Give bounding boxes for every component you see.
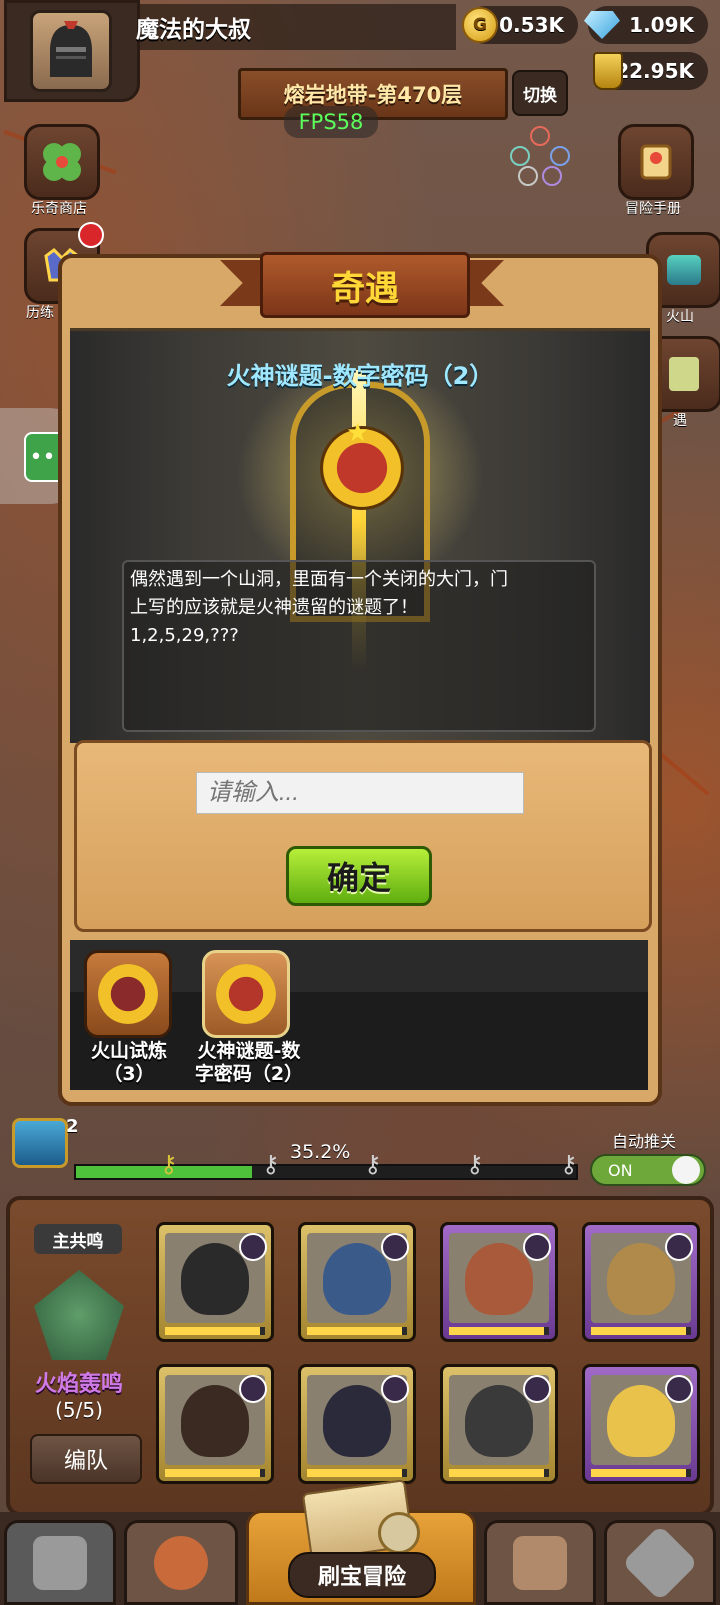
hero-card[interactable] xyxy=(440,1364,558,1484)
hero-card[interactable] xyxy=(156,1364,274,1484)
confirm-button[interactable]: 确定 xyxy=(286,846,432,906)
gold-coin-icon: G xyxy=(462,7,498,43)
light-element-icon xyxy=(665,1233,693,1261)
nav-treasure-adventure-label: 刷宝冒险 xyxy=(288,1552,436,1598)
spartan-hero-icon xyxy=(607,1243,675,1315)
hero-face-icon xyxy=(154,1535,208,1590)
star-icon: ★ xyxy=(346,418,370,448)
potion-counter: 222.95K xyxy=(593,52,708,90)
switch-button[interactable]: 切换 xyxy=(512,70,568,116)
reward-chest-icon[interactable] xyxy=(12,1118,68,1168)
adventure-manual-button[interactable] xyxy=(618,124,694,200)
hero-card[interactable] xyxy=(582,1364,700,1484)
fairy-hero-icon xyxy=(607,1385,675,1457)
compass-icon xyxy=(378,1512,420,1554)
resonance-tag: 主共鸣 xyxy=(34,1224,122,1254)
water-element-icon xyxy=(381,1233,409,1261)
turban-hero-icon xyxy=(465,1243,533,1315)
hooded-hero-icon xyxy=(323,1243,391,1315)
key-icon: ⚷ xyxy=(160,1150,178,1178)
gem-icon xyxy=(584,11,620,39)
dark-element-icon xyxy=(239,1375,267,1403)
resonance-name: 火焰轰鸣 xyxy=(34,1372,123,1397)
knight-helmet-icon xyxy=(50,21,92,77)
hero-card[interactable] xyxy=(298,1364,416,1484)
element-wheel-icon[interactable] xyxy=(510,126,570,186)
resonance-count: (5/5) xyxy=(55,1398,103,1422)
player-name: 魔法的大叔 xyxy=(136,17,251,43)
nav-shop[interactable] xyxy=(4,1520,116,1605)
modal-title: 奇遇 xyxy=(260,252,470,318)
chest-icon xyxy=(667,255,701,285)
trial-label: 历练 xyxy=(26,305,54,321)
volcano-label: 火山 xyxy=(666,309,694,325)
hero-card[interactable] xyxy=(156,1222,274,1342)
hammer-icon xyxy=(621,1524,699,1601)
nav-heroes[interactable] xyxy=(124,1520,238,1605)
lucky-shop-button[interactable] xyxy=(24,124,100,200)
story-text-box: 偶然遇到一个山洞，里面有一个关闭的大门，门 上写的应该就是火神遗留的谜题了！ 1… xyxy=(122,560,596,732)
checklist-icon xyxy=(669,357,699,391)
gold-counter: G 590.53K xyxy=(462,6,578,44)
tab-fire-god-puzzle-label: 火神谜题-数 字密码（2） xyxy=(184,1040,314,1086)
tab-label-line: （3） xyxy=(103,1063,155,1085)
gem-value: 1.09K xyxy=(629,13,694,37)
pirate-hero-icon xyxy=(465,1385,533,1457)
skull-hero-icon xyxy=(323,1385,391,1457)
fire-god-emblem-icon xyxy=(216,964,276,1024)
demon-hero-icon xyxy=(181,1385,249,1457)
book-emblem-icon xyxy=(98,964,158,1024)
gem-counter: 1.09K xyxy=(584,6,708,44)
tab-fire-god-puzzle[interactable] xyxy=(202,950,290,1038)
answer-input[interactable] xyxy=(196,772,524,814)
story-line: 1,2,5,29,??? xyxy=(130,625,239,646)
adventure-manual-label: 冒险手册 xyxy=(625,201,681,217)
chest-count: 2 xyxy=(66,1116,79,1137)
notification-dot xyxy=(78,222,104,248)
hero-card[interactable] xyxy=(298,1222,416,1342)
nav-backpack[interactable] xyxy=(484,1520,596,1605)
fire-element-icon xyxy=(523,1233,551,1261)
nav-forge[interactable] xyxy=(604,1520,716,1605)
dark-element-icon xyxy=(381,1375,409,1403)
fps-counter: FPS58 xyxy=(284,106,378,138)
puzzle-title: 火神谜题-数字密码（2） xyxy=(226,362,494,390)
tab-volcano-trial-label: 火山试炼 （3） xyxy=(74,1040,184,1086)
key-icon: ⚷ xyxy=(364,1150,382,1178)
key-icon: ⚷ xyxy=(560,1150,578,1178)
tab-label-line: 字密码（2） xyxy=(194,1063,304,1085)
potion-icon xyxy=(593,52,623,90)
tab-label-line: 火山试炼 xyxy=(90,1040,167,1062)
knight-hero-icon xyxy=(181,1243,249,1315)
lucky-shop-label: 乐奇商店 xyxy=(31,201,87,217)
modal-title-banner: 奇遇 xyxy=(220,252,504,318)
dark-element-icon xyxy=(665,1375,693,1403)
hero-card[interactable] xyxy=(440,1222,558,1342)
formation-button[interactable]: 编队 xyxy=(30,1434,142,1484)
clover-icon xyxy=(43,143,81,181)
tab-volcano-trial[interactable] xyxy=(84,950,172,1038)
wind-element-icon xyxy=(239,1233,267,1261)
key-icon: ⚷ xyxy=(262,1150,280,1178)
backpack-icon xyxy=(513,1535,567,1590)
auto-advance-label: 自动推关 xyxy=(612,1132,677,1151)
story-line: 偶然遇到一个山洞，里面有一个关闭的大门，门 xyxy=(130,569,508,590)
encounter-label: 遇 xyxy=(673,413,687,429)
hero-card[interactable] xyxy=(582,1222,700,1342)
stage-progress-text: 35.2% xyxy=(290,1141,351,1163)
scroll-icon xyxy=(640,144,672,180)
key-icon: ⚷ xyxy=(466,1150,484,1178)
toggle-knob xyxy=(672,1156,700,1184)
tab-label-line: 火神谜题-数 xyxy=(197,1040,301,1062)
story-line: 上写的应该就是火神遗留的谜题了！ xyxy=(130,597,418,618)
shop-icon xyxy=(33,1535,87,1590)
avatar[interactable] xyxy=(30,10,112,92)
fire-element-icon xyxy=(523,1375,551,1403)
